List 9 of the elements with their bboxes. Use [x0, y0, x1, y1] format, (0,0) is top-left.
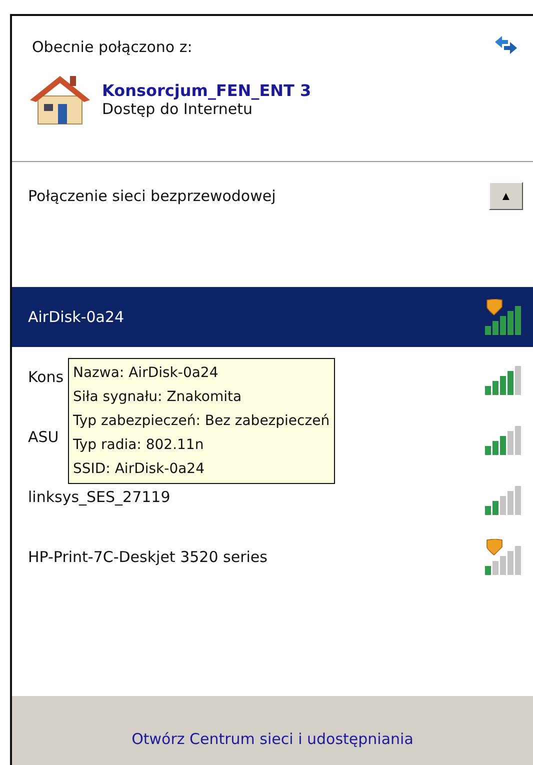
tooltip-line: Typ radia: 802.11n: [73, 436, 205, 455]
tooltip-line: Siła sygnału: Znakomita: [73, 388, 243, 407]
connection-status: Dostęp do Internetu: [102, 100, 252, 118]
tooltip-line: Typ zabezpieczeń: Bez zabezpieczeń: [73, 412, 330, 431]
network-name: Konsorcjum_FEN_ENT 3: [102, 80, 312, 100]
tooltip-line: Nazwa: AirDisk-0a24: [73, 364, 220, 383]
tooltip-line: SSID: AirDisk-0a24: [73, 460, 206, 479]
section-title: Obecnie połączono z:: [32, 38, 192, 56]
section-title: Połączenie sieci bezprzewodowej: [28, 187, 276, 205]
